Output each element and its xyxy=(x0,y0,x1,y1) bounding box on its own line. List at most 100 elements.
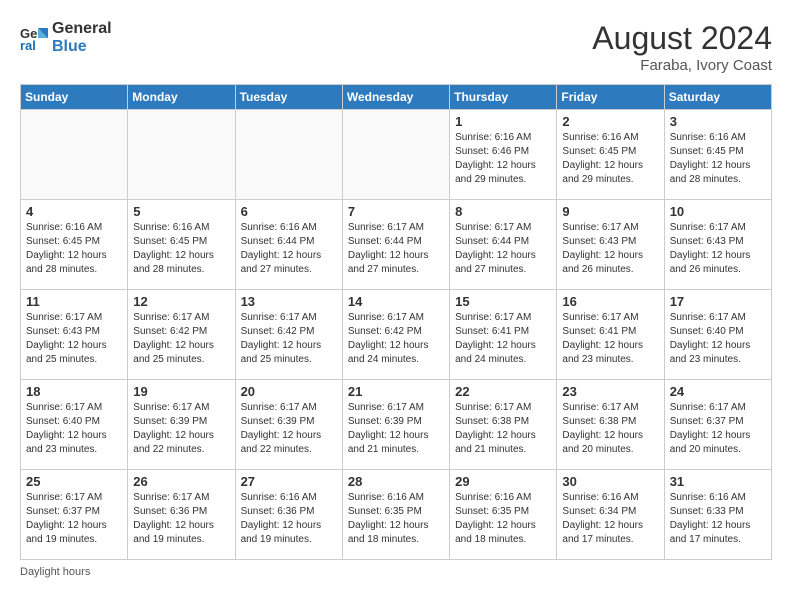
day-cell: 28 Sunrise: 6:16 AM Sunset: 6:35 PM Dayli… xyxy=(342,470,449,560)
day-cell: 17Sunrise: 6:17 AM Sunset: 6:40 PM Dayli… xyxy=(664,290,771,380)
day-info: Sunrise: 6:17 AM Sunset: 6:39 PM Dayligh… xyxy=(348,401,444,457)
day-info: Sunrise: 6:17 AM Sunset: 6:38 PM Dayligh… xyxy=(562,401,658,457)
day-cell: 11 Sunrise: 6:17 AM Sunset: 6:43 PM Dayli… xyxy=(21,290,128,380)
day-number: 24 xyxy=(670,384,766,399)
day-cell: 7 Sunrise: 6:17 AM Sunset: 6:44 PM Daylig… xyxy=(342,200,449,290)
day-info: Sunrise: 6:17 AM Sunset: 6:41 PM Dayligh… xyxy=(455,311,551,367)
day-number: 28 xyxy=(348,474,444,489)
day-number: 11 xyxy=(26,294,122,309)
week-row-4: 18 Sunrise: 6:17 AM Sunset: 6:40 PM Dayli… xyxy=(21,380,772,470)
day-number: 6 xyxy=(241,204,337,219)
day-cell: 1 Sunrise: 6:16 AM Sunset: 6:46 PM Daylig… xyxy=(450,110,557,200)
day-info: Sunrise: 6:17 AM Sunset: 6:40 PM Dayligh… xyxy=(26,401,122,457)
day-info: Sunrise: 6:17 AM Sunset: 6:39 PM Dayligh… xyxy=(241,401,337,457)
day-info: Sunrise: 6:16 AM Sunset: 6:33 PM Dayligh… xyxy=(670,491,766,547)
day-info: Sunrise: 6:16 AM Sunset: 6:45 PM Dayligh… xyxy=(562,131,658,187)
day-info: Sunrise: 6:17 AM Sunset: 6:37 PM Dayligh… xyxy=(670,401,766,457)
month-year: August 2024 xyxy=(592,20,772,57)
day-info: Sunrise: 6:16 AM Sunset: 6:45 PM Dayligh… xyxy=(670,131,766,187)
day-info: Sunrise: 6:17 AM Sunset: 6:36 PM Dayligh… xyxy=(133,491,229,547)
day-cell: 14Sunrise: 6:17 AM Sunset: 6:42 PM Dayli… xyxy=(342,290,449,380)
day-info: Sunrise: 6:17 AM Sunset: 6:40 PM Dayligh… xyxy=(670,311,766,367)
day-number: 27 xyxy=(241,474,337,489)
day-cell: 16 Sunrise: 6:17 AM Sunset: 6:41 PM Dayli… xyxy=(557,290,664,380)
header-cell-thursday: Thursday xyxy=(450,85,557,110)
day-cell: 13 Sunrise: 6:17 AM Sunset: 6:42 PM Dayli… xyxy=(235,290,342,380)
day-cell: 24 Sunrise: 6:17 AM Sunset: 6:37 PM Dayli… xyxy=(664,380,771,470)
day-cell: 9 Sunrise: 6:17 AM Sunset: 6:43 PM Daylig… xyxy=(557,200,664,290)
day-number: 23 xyxy=(562,384,658,399)
day-number: 4 xyxy=(26,204,122,219)
day-number: 16 xyxy=(562,294,658,309)
svg-text:ral: ral xyxy=(20,38,36,52)
day-info: Sunrise: 6:16 AM Sunset: 6:45 PM Dayligh… xyxy=(133,221,229,277)
week-row-3: 11 Sunrise: 6:17 AM Sunset: 6:43 PM Dayli… xyxy=(21,290,772,380)
day-info: Sunrise: 6:17 AM Sunset: 6:43 PM Dayligh… xyxy=(670,221,766,277)
week-row-5: 25Sunrise: 6:17 AM Sunset: 6:37 PM Dayli… xyxy=(21,470,772,560)
day-info: Sunrise: 6:17 AM Sunset: 6:42 PM Dayligh… xyxy=(241,311,337,367)
footer-note: Daylight hours xyxy=(20,566,772,578)
day-number: 20 xyxy=(241,384,337,399)
day-number: 18 xyxy=(26,384,122,399)
title-block: August 2024 Faraba, Ivory Coast xyxy=(592,20,772,74)
day-info: Sunrise: 6:16 AM Sunset: 6:46 PM Dayligh… xyxy=(455,131,551,187)
day-number: 7 xyxy=(348,204,444,219)
day-number: 19 xyxy=(133,384,229,399)
header-cell-wednesday: Wednesday xyxy=(342,85,449,110)
day-number: 5 xyxy=(133,204,229,219)
week-row-2: 4 Sunrise: 6:16 AM Sunset: 6:45 PM Daylig… xyxy=(21,200,772,290)
day-info: Sunrise: 6:17 AM Sunset: 6:44 PM Dayligh… xyxy=(455,221,551,277)
day-cell: 15 Sunrise: 6:17 AM Sunset: 6:41 PM Dayli… xyxy=(450,290,557,380)
day-cell: 23 Sunrise: 6:17 AM Sunset: 6:38 PM Dayli… xyxy=(557,380,664,470)
week-row-1: 1 Sunrise: 6:16 AM Sunset: 6:46 PM Daylig… xyxy=(21,110,772,200)
location: Faraba, Ivory Coast xyxy=(592,57,772,74)
day-info: Sunrise: 6:17 AM Sunset: 6:43 PM Dayligh… xyxy=(26,311,122,367)
day-number: 1 xyxy=(455,114,551,129)
day-cell xyxy=(128,110,235,200)
day-cell: 25Sunrise: 6:17 AM Sunset: 6:37 PM Dayli… xyxy=(21,470,128,560)
day-cell: 12Sunrise: 6:17 AM Sunset: 6:42 PM Dayli… xyxy=(128,290,235,380)
day-cell xyxy=(342,110,449,200)
day-cell: 18 Sunrise: 6:17 AM Sunset: 6:40 PM Dayli… xyxy=(21,380,128,470)
day-number: 15 xyxy=(455,294,551,309)
day-info: Sunrise: 6:17 AM Sunset: 6:41 PM Dayligh… xyxy=(562,311,658,367)
day-number: 9 xyxy=(562,204,658,219)
day-cell xyxy=(21,110,128,200)
day-number: 30 xyxy=(562,474,658,489)
day-cell: 19Sunrise: 6:17 AM Sunset: 6:39 PM Dayli… xyxy=(128,380,235,470)
day-cell: 3 Sunrise: 6:16 AM Sunset: 6:45 PM Daylig… xyxy=(664,110,771,200)
day-cell: 6Sunrise: 6:16 AM Sunset: 6:44 PM Daylig… xyxy=(235,200,342,290)
header-cell-sunday: Sunday xyxy=(21,85,128,110)
day-cell xyxy=(235,110,342,200)
logo: Gene ral General Blue xyxy=(20,20,112,55)
day-cell: 27Sunrise: 6:16 AM Sunset: 6:36 PM Dayli… xyxy=(235,470,342,560)
day-cell: 22Sunrise: 6:17 AM Sunset: 6:38 PM Dayli… xyxy=(450,380,557,470)
day-info: Sunrise: 6:17 AM Sunset: 6:42 PM Dayligh… xyxy=(348,311,444,367)
day-cell: 2 Sunrise: 6:16 AM Sunset: 6:45 PM Daylig… xyxy=(557,110,664,200)
header-cell-saturday: Saturday xyxy=(664,85,771,110)
header-row: SundayMondayTuesdayWednesdayThursdayFrid… xyxy=(21,85,772,110)
day-info: Sunrise: 6:17 AM Sunset: 6:44 PM Dayligh… xyxy=(348,221,444,277)
day-info: Sunrise: 6:17 AM Sunset: 6:43 PM Dayligh… xyxy=(562,221,658,277)
day-number: 25 xyxy=(26,474,122,489)
day-cell: 31Sunrise: 6:16 AM Sunset: 6:33 PM Dayli… xyxy=(664,470,771,560)
day-cell: 5 Sunrise: 6:16 AM Sunset: 6:45 PM Daylig… xyxy=(128,200,235,290)
day-info: Sunrise: 6:16 AM Sunset: 6:45 PM Dayligh… xyxy=(26,221,122,277)
day-cell: 20 Sunrise: 6:17 AM Sunset: 6:39 PM Dayli… xyxy=(235,380,342,470)
day-cell: 4 Sunrise: 6:16 AM Sunset: 6:45 PM Daylig… xyxy=(21,200,128,290)
day-info: Sunrise: 6:16 AM Sunset: 6:35 PM Dayligh… xyxy=(348,491,444,547)
day-info: Sunrise: 6:17 AM Sunset: 6:42 PM Dayligh… xyxy=(133,311,229,367)
day-cell: 30Sunrise: 6:16 AM Sunset: 6:34 PM Dayli… xyxy=(557,470,664,560)
day-number: 2 xyxy=(562,114,658,129)
day-cell: 8Sunrise: 6:17 AM Sunset: 6:44 PM Daylig… xyxy=(450,200,557,290)
day-cell: 26Sunrise: 6:17 AM Sunset: 6:36 PM Dayli… xyxy=(128,470,235,560)
day-number: 3 xyxy=(670,114,766,129)
header-cell-monday: Monday xyxy=(128,85,235,110)
day-info: Sunrise: 6:17 AM Sunset: 6:38 PM Dayligh… xyxy=(455,401,551,457)
logo-text-line1: General xyxy=(52,20,112,38)
day-cell: 29Sunrise: 6:16 AM Sunset: 6:35 PM Dayli… xyxy=(450,470,557,560)
day-cell: 10Sunrise: 6:17 AM Sunset: 6:43 PM Dayli… xyxy=(664,200,771,290)
header-cell-tuesday: Tuesday xyxy=(235,85,342,110)
day-number: 13 xyxy=(241,294,337,309)
day-info: Sunrise: 6:16 AM Sunset: 6:35 PM Dayligh… xyxy=(455,491,551,547)
